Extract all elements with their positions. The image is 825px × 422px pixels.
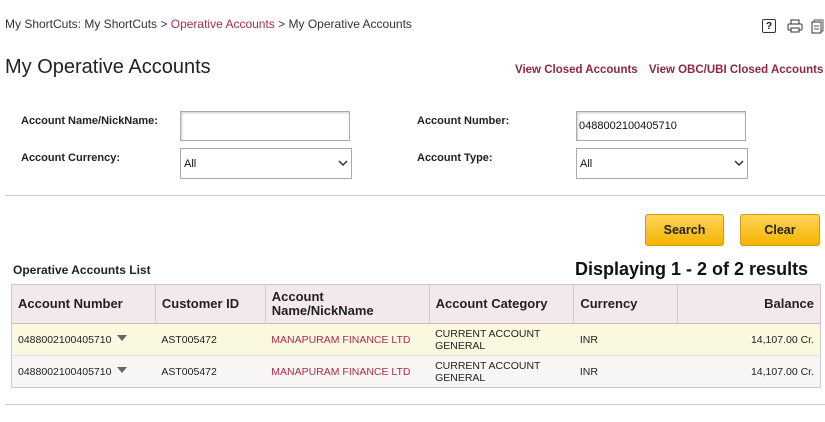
breadcrumb-link-operative-accounts[interactable]: Operative Accounts	[171, 17, 275, 31]
col-header-currency[interactable]: Currency	[573, 284, 679, 324]
divider	[5, 404, 825, 405]
customer-id-cell: AST005472	[155, 323, 266, 356]
view-closed-accounts-link[interactable]: View Closed Accounts	[515, 64, 638, 76]
account-category-cell: CURRENT ACCOUNT GENERAL	[429, 355, 574, 388]
results-count: Displaying 1 - 2 of 2 results	[575, 259, 809, 279]
help-icon[interactable]: ?	[762, 19, 776, 33]
account-number-label: Account Number:	[417, 115, 510, 127]
currency-cell: INR	[573, 323, 678, 356]
breadcrumb-root[interactable]: My ShortCuts: My ShortCuts	[5, 17, 157, 31]
breadcrumb-current: My Operative Accounts	[288, 17, 412, 31]
chevron-down-icon	[734, 160, 744, 167]
balance-cell: 14,107.00 Cr.	[677, 323, 821, 356]
dropdown-caret-icon[interactable]	[117, 334, 128, 341]
col-header-account-number[interactable]: Account Number	[11, 284, 156, 324]
account-number-cell: 0488002100405710	[11, 323, 156, 356]
view-obc-ubi-closed-accounts-link[interactable]: View OBC/UBI Closed Accounts	[649, 64, 823, 76]
account-number-input[interactable]: 0488002100405710	[576, 111, 746, 141]
breadcrumb-separator: >	[160, 17, 168, 31]
customer-id-cell: AST005472	[155, 355, 266, 388]
table-row: 0488002100405710 AST005472 MANAPURAM FIN…	[11, 355, 821, 388]
account-name-cell: MANAPURAM FINANCE LTD	[265, 355, 430, 388]
account-type-label: Account Type:	[417, 152, 493, 164]
top-links: View Closed Accounts View OBC/UBI Closed…	[515, 64, 825, 76]
account-currency-value: All	[184, 157, 197, 170]
account-name-link[interactable]: MANAPURAM FINANCE LTD	[271, 334, 410, 346]
balance-cell: 14,107.00 Cr.	[677, 355, 821, 388]
account-name-cell: MANAPURAM FINANCE LTD	[265, 323, 430, 356]
account-name-label: Account Name/NickName:	[21, 115, 158, 127]
account-number-cell: 0488002100405710	[11, 355, 156, 388]
page-title: My Operative Accounts	[5, 56, 211, 78]
col-header-account-name[interactable]: Account Name/NickName	[265, 284, 430, 324]
account-number: 0488002100405710	[18, 365, 112, 378]
chevron-down-icon	[338, 160, 348, 167]
table-header-row: Account Number Customer ID Account Name/…	[11, 284, 821, 324]
list-title: Operative Accounts List	[13, 263, 151, 277]
account-category-cell: CURRENT ACCOUNT GENERAL	[429, 323, 574, 356]
col-header-account-category[interactable]: Account Category	[429, 284, 575, 324]
account-currency-select[interactable]: All	[180, 148, 352, 179]
account-number: 0488002100405710	[18, 333, 112, 346]
search-button[interactable]: Search	[645, 214, 724, 246]
export-icon[interactable]	[811, 19, 825, 34]
account-name-input[interactable]	[180, 111, 350, 141]
account-currency-label: Account Currency:	[21, 152, 121, 164]
col-header-balance[interactable]: Balance	[677, 284, 821, 324]
divider	[5, 195, 825, 196]
account-type-select[interactable]: All	[576, 148, 748, 179]
dropdown-caret-icon[interactable]	[117, 366, 128, 373]
currency-cell: INR	[573, 355, 678, 388]
print-icon[interactable]	[787, 19, 803, 33]
account-type-value: All	[580, 157, 593, 170]
breadcrumb: My ShortCuts: My ShortCuts > Operative A…	[5, 17, 412, 31]
breadcrumb-separator: >	[278, 17, 286, 31]
account-name-link[interactable]: MANAPURAM FINANCE LTD	[271, 366, 410, 378]
clear-button[interactable]: Clear	[740, 214, 820, 246]
col-header-customer-id[interactable]: Customer ID	[155, 284, 266, 324]
accounts-table: Account Number Customer ID Account Name/…	[11, 284, 821, 388]
table-row: 0488002100405710 AST005472 MANAPURAM FIN…	[11, 323, 821, 356]
